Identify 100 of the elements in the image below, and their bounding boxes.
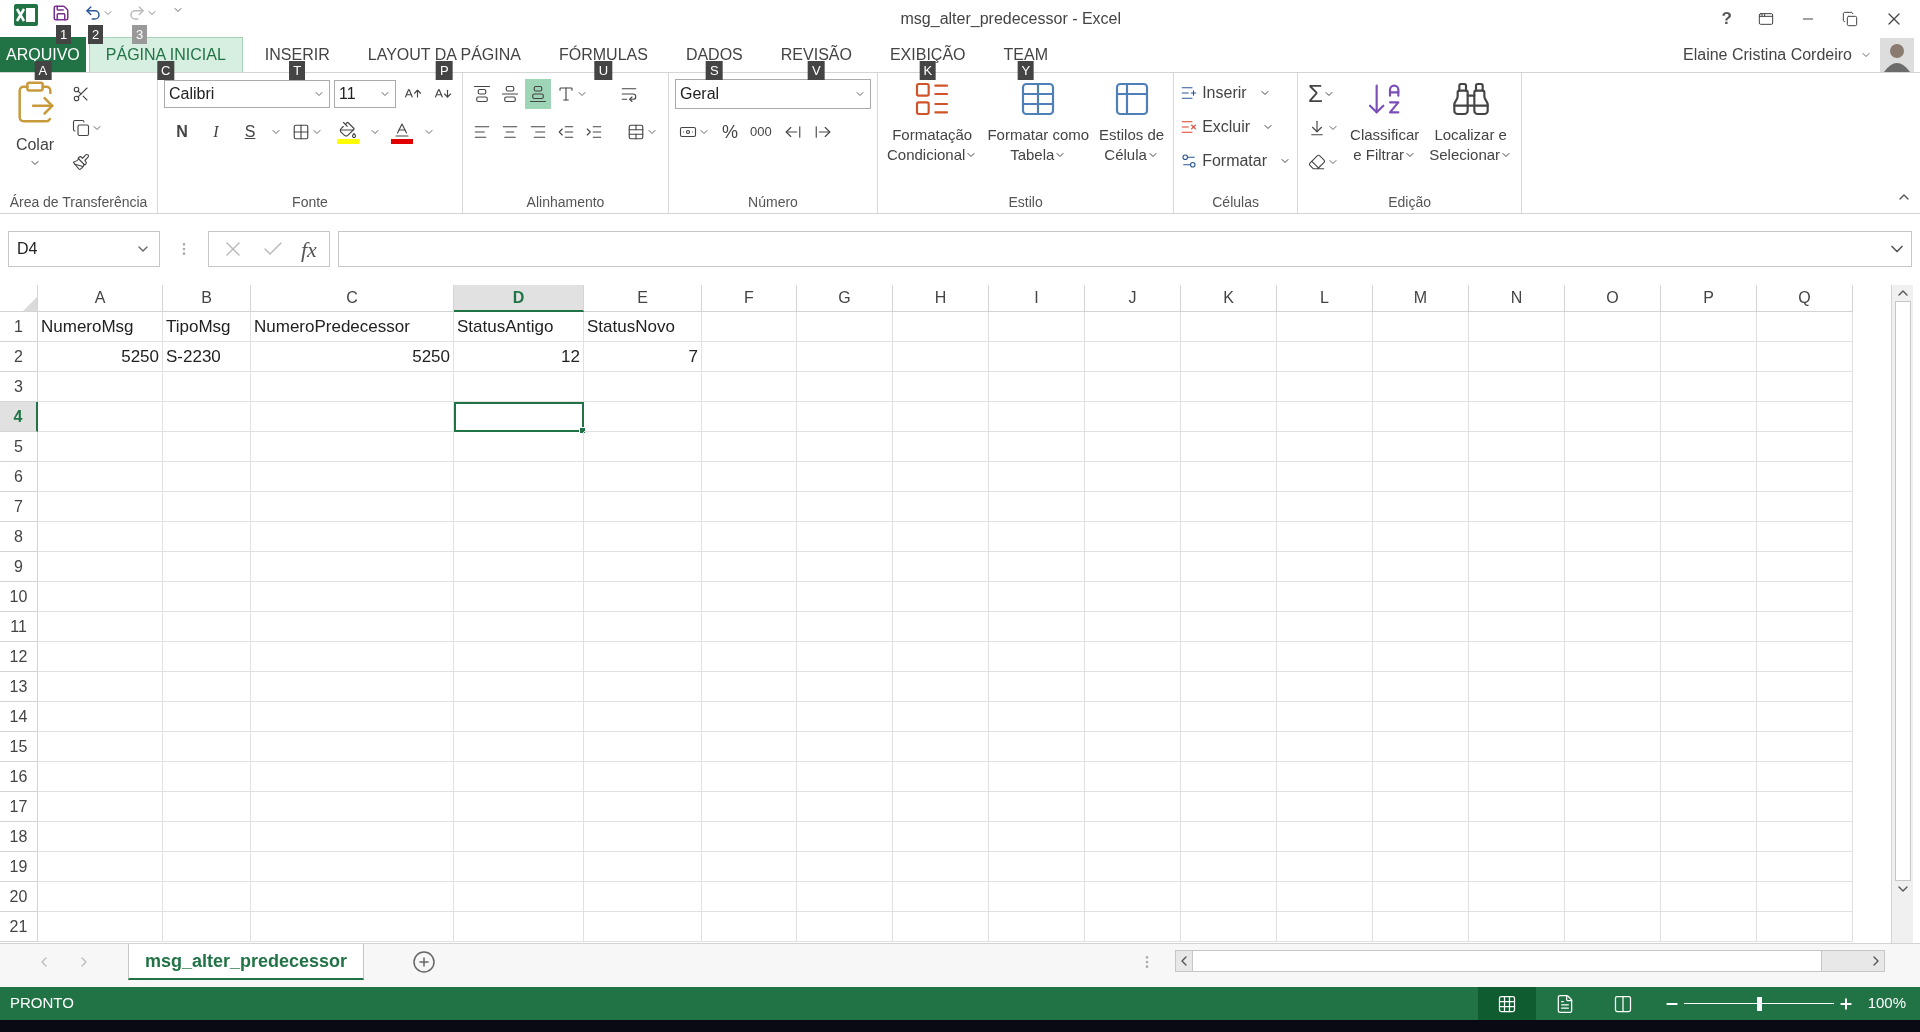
table-cell[interactable]	[797, 492, 893, 522]
table-cell[interactable]	[454, 432, 584, 462]
fill-handle[interactable]	[579, 427, 586, 434]
table-cell[interactable]	[454, 642, 584, 672]
table-cell[interactable]	[1661, 582, 1757, 612]
table-cell[interactable]	[702, 582, 797, 612]
table-cell[interactable]	[1757, 312, 1853, 342]
table-cell[interactable]	[584, 912, 702, 942]
table-cell[interactable]	[1469, 462, 1565, 492]
ribbon-display-icon[interactable]	[1758, 10, 1774, 27]
table-cell[interactable]	[163, 462, 251, 492]
table-cell[interactable]	[1373, 372, 1469, 402]
table-cell[interactable]	[584, 702, 702, 732]
paste-button[interactable]: Colar	[6, 79, 64, 169]
column-header[interactable]: H	[893, 285, 989, 312]
table-cell[interactable]	[1277, 582, 1373, 612]
table-cell[interactable]	[1085, 852, 1181, 882]
table-cell[interactable]	[989, 672, 1085, 702]
table-cell[interactable]	[584, 882, 702, 912]
row-header[interactable]: 6	[0, 462, 38, 492]
table-cell[interactable]	[989, 522, 1085, 552]
table-cell[interactable]	[989, 342, 1085, 372]
table-cell[interactable]	[1085, 612, 1181, 642]
table-cell[interactable]	[454, 612, 584, 642]
table-cell[interactable]	[1373, 642, 1469, 672]
table-cell[interactable]	[1565, 732, 1661, 762]
table-cell[interactable]: NumeroMsg	[38, 312, 163, 342]
table-cell[interactable]	[1565, 762, 1661, 792]
zoom-in-icon[interactable]	[1837, 995, 1854, 1012]
row-header[interactable]: 8	[0, 522, 38, 552]
delete-button[interactable]: Excluir	[1180, 113, 1292, 141]
row-header[interactable]: 11	[0, 612, 38, 642]
formula-input[interactable]	[337, 231, 1912, 267]
table-cell[interactable]	[1661, 612, 1757, 642]
table-cell[interactable]	[584, 462, 702, 492]
table-cell[interactable]	[1373, 822, 1469, 852]
table-cell[interactable]	[702, 702, 797, 732]
table-cell[interactable]	[1757, 672, 1853, 702]
table-cell[interactable]	[163, 912, 251, 942]
table-cell[interactable]	[38, 882, 163, 912]
table-cell[interactable]	[797, 612, 893, 642]
row-header[interactable]: 1	[0, 312, 38, 342]
table-cell[interactable]	[1565, 852, 1661, 882]
table-cell[interactable]	[1565, 312, 1661, 342]
table-cell[interactable]	[454, 792, 584, 822]
table-cell[interactable]	[584, 792, 702, 822]
table-cell[interactable]	[1661, 372, 1757, 402]
table-cell[interactable]	[1085, 372, 1181, 402]
horizontal-scrollbar[interactable]	[1175, 950, 1885, 972]
table-cell[interactable]	[1661, 852, 1757, 882]
table-cell[interactable]	[251, 762, 454, 792]
table-cell[interactable]	[702, 522, 797, 552]
table-cell[interactable]	[1181, 552, 1277, 582]
table-cell[interactable]	[584, 582, 702, 612]
table-cell[interactable]	[1469, 612, 1565, 642]
table-cell[interactable]	[584, 492, 702, 522]
table-cell[interactable]	[251, 522, 454, 552]
format-as-table-button[interactable]: Formatar como Tabela	[984, 79, 1093, 165]
row-header[interactable]: 15	[0, 732, 38, 762]
column-header[interactable]: E	[584, 285, 702, 312]
table-cell[interactable]	[163, 372, 251, 402]
table-cell[interactable]	[1373, 552, 1469, 582]
table-cell[interactable]	[1469, 492, 1565, 522]
table-cell[interactable]	[1469, 642, 1565, 672]
table-cell[interactable]	[1373, 582, 1469, 612]
table-cell[interactable]	[797, 402, 893, 432]
table-cell[interactable]	[1565, 912, 1661, 942]
table-cell[interactable]	[251, 732, 454, 762]
table-cell[interactable]	[38, 822, 163, 852]
table-cell[interactable]	[163, 822, 251, 852]
percent-button[interactable]: %	[718, 118, 742, 146]
zoom-level[interactable]: 100%	[1853, 992, 1920, 1015]
table-cell[interactable]	[893, 822, 989, 852]
table-cell[interactable]	[797, 762, 893, 792]
column-header[interactable]: K	[1181, 285, 1277, 312]
table-cell[interactable]	[251, 432, 454, 462]
table-cell[interactable]	[797, 642, 893, 672]
table-cell[interactable]	[1757, 762, 1853, 792]
table-cell[interactable]	[1469, 702, 1565, 732]
table-cell[interactable]	[1565, 462, 1661, 492]
table-cell[interactable]	[989, 882, 1085, 912]
table-cell[interactable]	[251, 552, 454, 582]
table-cell[interactable]	[1469, 762, 1565, 792]
table-cell[interactable]	[1373, 912, 1469, 942]
table-cell[interactable]	[797, 792, 893, 822]
table-cell[interactable]	[251, 612, 454, 642]
autosum-button[interactable]: Σ	[1304, 79, 1344, 109]
table-cell[interactable]	[1373, 732, 1469, 762]
column-header[interactable]: B	[163, 285, 251, 312]
table-cell[interactable]	[893, 612, 989, 642]
table-cell[interactable]	[1085, 762, 1181, 792]
thousands-button[interactable]: 000	[746, 122, 776, 142]
table-cell[interactable]	[797, 882, 893, 912]
insert-button[interactable]: Inserir	[1180, 79, 1292, 107]
table-cell[interactable]	[38, 912, 163, 942]
table-cell[interactable]	[1373, 852, 1469, 882]
table-cell[interactable]	[797, 522, 893, 552]
column-header[interactable]: G	[797, 285, 893, 312]
table-cell[interactable]	[1565, 492, 1661, 522]
table-cell[interactable]	[1085, 882, 1181, 912]
